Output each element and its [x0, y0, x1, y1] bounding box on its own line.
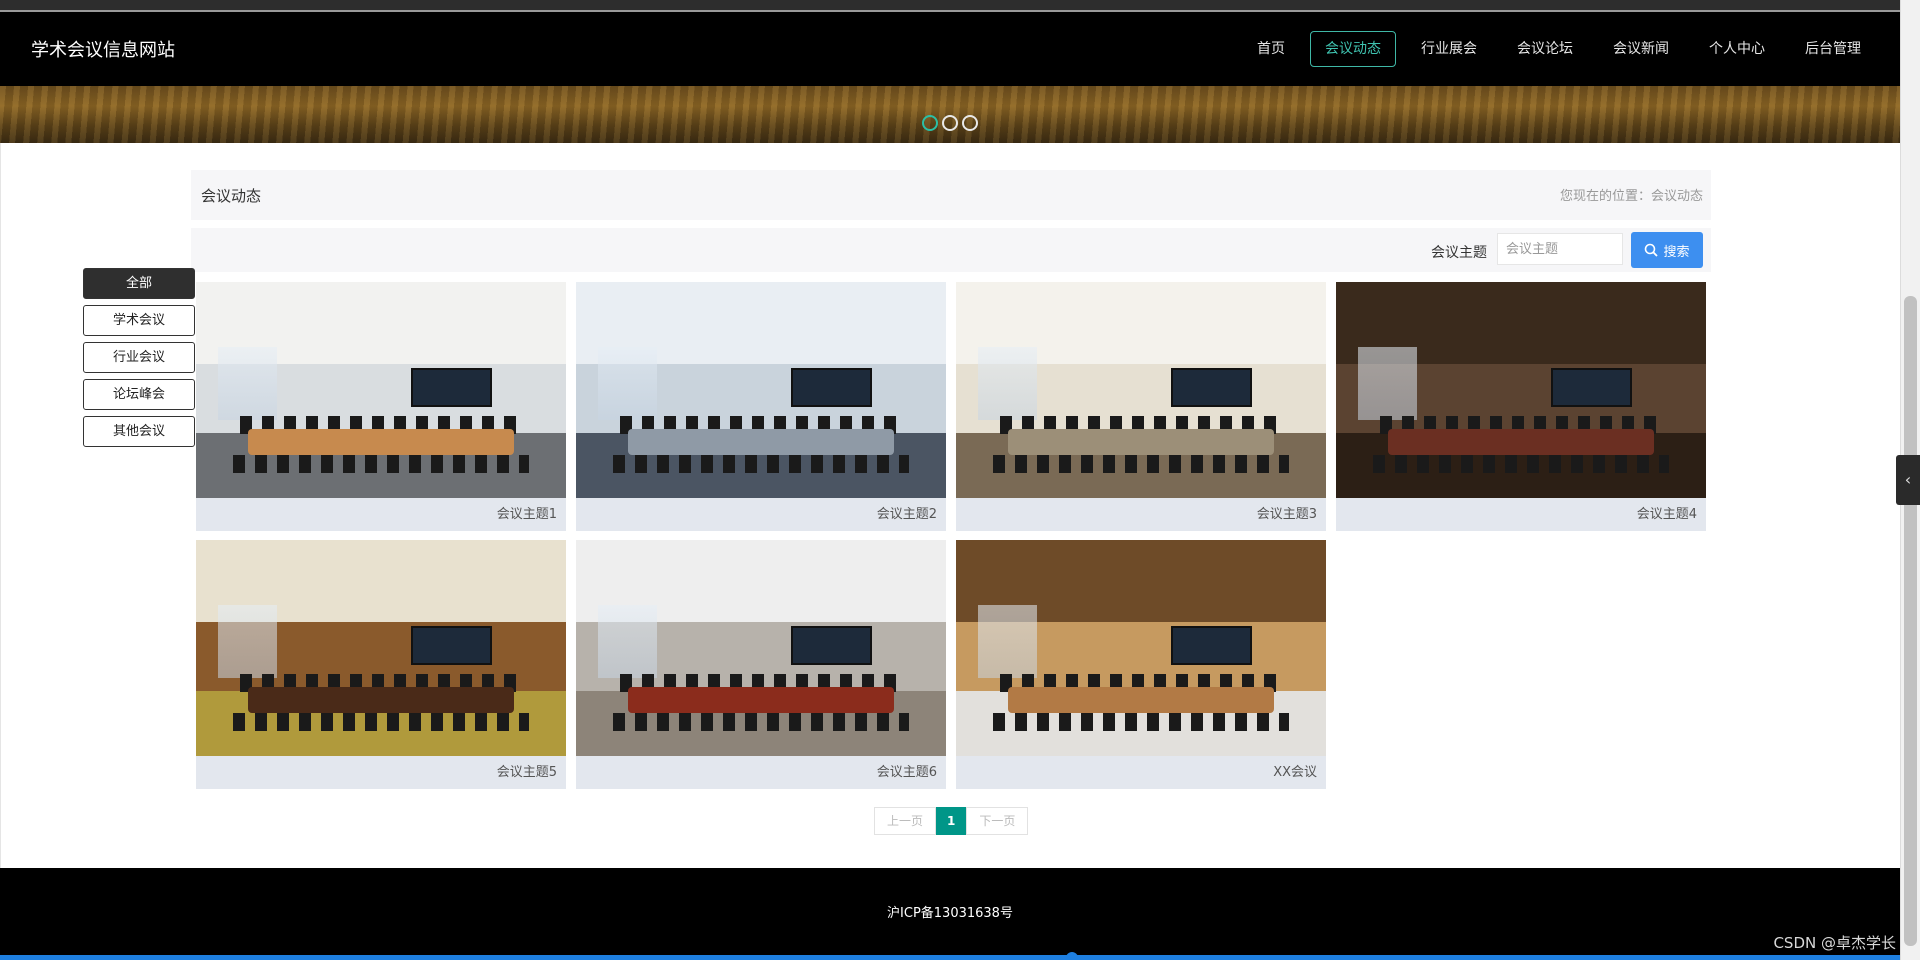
category-button[interactable]: 全部: [83, 268, 195, 299]
conference-card[interactable]: XX会议: [956, 540, 1326, 789]
banner-carousel: [0, 86, 1900, 143]
nav-item[interactable]: 会议动态: [1310, 31, 1396, 67]
search-bar: 会议主题 搜索: [191, 228, 1711, 272]
watermark-text: CSDN @卓杰学长: [1773, 934, 1896, 952]
conference-caption[interactable]: 会议主题5: [196, 756, 566, 789]
category-button[interactable]: 论坛峰会: [83, 379, 195, 410]
next-page-button[interactable]: 下一页: [966, 807, 1029, 835]
page-title: 会议动态: [201, 187, 262, 205]
conference-image[interactable]: [1336, 282, 1706, 498]
nav-item[interactable]: 首页: [1242, 31, 1300, 67]
page-number-current[interactable]: 1: [936, 807, 967, 835]
conference-image[interactable]: [576, 282, 946, 498]
browser-top-edge: [0, 0, 1920, 12]
category-button[interactable]: 其他会议: [83, 416, 195, 447]
conference-image[interactable]: [196, 540, 566, 756]
breadcrumb-prefix: 您现在的位置：: [1559, 189, 1651, 204]
search-icon: [1645, 243, 1659, 257]
nav-item[interactable]: 会议新闻: [1598, 31, 1684, 67]
nav-item[interactable]: 行业展会: [1406, 31, 1492, 67]
conference-card[interactable]: 会议主题2: [576, 282, 946, 531]
nav-item[interactable]: 后台管理: [1790, 31, 1876, 67]
category-list: 全部学术会议行业会议论坛峰会其他会议: [83, 268, 195, 447]
nav-item[interactable]: 会议论坛: [1502, 31, 1588, 67]
nav-item[interactable]: 个人中心: [1694, 31, 1780, 67]
search-button[interactable]: 搜索: [1631, 232, 1703, 268]
breadcrumb: 您现在的位置：会议动态: [1560, 185, 1703, 204]
chevron-left-icon: ‹: [1904, 470, 1912, 489]
pagination: 上一页 1 下一页: [874, 807, 1029, 835]
conference-image[interactable]: [196, 282, 566, 498]
main-content: 会议动态 您现在的位置：会议动态 会议主题 搜索 全部学术会议行业会议论坛峰会其…: [0, 143, 1900, 868]
conference-image[interactable]: [956, 540, 1326, 756]
conference-image[interactable]: [956, 282, 1326, 498]
carousel-dot[interactable]: [962, 115, 978, 131]
conference-caption[interactable]: 会议主题4: [1336, 498, 1706, 531]
carousel-dot[interactable]: [942, 115, 958, 131]
conference-grid: 会议主题1 会议主题2 会议主题3 会议主题4 会议主题5 会议主题6 XX会议: [196, 282, 1712, 789]
breadcrumb-current[interactable]: 会议动态: [1651, 189, 1703, 204]
category-button[interactable]: 学术会议: [83, 305, 195, 336]
search-input[interactable]: [1497, 233, 1623, 265]
conference-card[interactable]: 会议主题6: [576, 540, 946, 789]
progress-knob: [1066, 952, 1078, 960]
category-button[interactable]: 行业会议: [83, 342, 195, 373]
icp-license: 沪ICP备13031638号: [887, 906, 1013, 921]
conference-caption[interactable]: 会议主题3: [956, 498, 1326, 531]
side-panel-toggle[interactable]: ‹: [1896, 455, 1920, 505]
conference-card[interactable]: 会议主题1: [196, 282, 566, 531]
search-button-label: 搜索: [1663, 244, 1690, 260]
search-label: 会议主题: [1431, 245, 1487, 261]
carousel-dot[interactable]: [922, 115, 938, 131]
conference-caption[interactable]: 会议主题1: [196, 498, 566, 531]
main-nav: 首页 会议动态 行业展会 会议论坛 会议新闻 个人中心 后台管理: [1242, 31, 1876, 67]
scrollbar-thumb[interactable]: [1904, 296, 1917, 946]
prev-page-button[interactable]: 上一页: [874, 807, 937, 835]
conference-caption[interactable]: XX会议: [956, 756, 1326, 789]
loading-progress-bar: [0, 955, 1900, 960]
conference-card[interactable]: 会议主题4: [1336, 282, 1706, 531]
carousel-indicators: [922, 115, 978, 131]
conference-card[interactable]: 会议主题5: [196, 540, 566, 789]
site-header: 学术会议信息网站 首页 会议动态 行业展会 会议论坛 会议新闻 个人中心 后台管理: [0, 12, 1900, 86]
conference-caption[interactable]: 会议主题6: [576, 756, 946, 789]
page-title-bar: 会议动态 您现在的位置：会议动态: [191, 170, 1711, 220]
site-title[interactable]: 学术会议信息网站: [31, 36, 175, 62]
site-footer: 沪ICP备13031638号: [0, 868, 1900, 960]
conference-caption[interactable]: 会议主题2: [576, 498, 946, 531]
conference-card[interactable]: 会议主题3: [956, 282, 1326, 531]
conference-image[interactable]: [576, 540, 946, 756]
